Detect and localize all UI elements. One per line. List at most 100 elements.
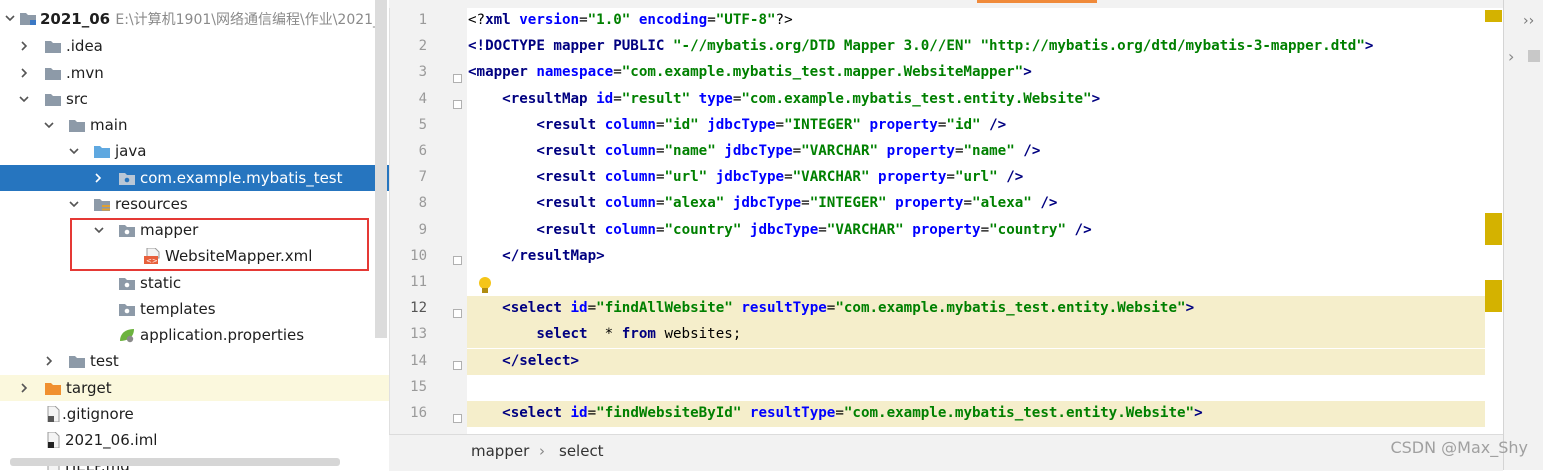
fold-icon[interactable] bbox=[453, 409, 463, 423]
chevron-right-icon[interactable] bbox=[18, 40, 30, 52]
line-number[interactable]: 15 bbox=[389, 379, 427, 395]
warning-marker[interactable] bbox=[1485, 10, 1502, 22]
tree-item-test[interactable]: test bbox=[0, 348, 389, 374]
line-number[interactable]: 2 bbox=[389, 38, 427, 54]
resources-folder-icon bbox=[93, 196, 111, 212]
line-number[interactable]: 11 bbox=[389, 274, 427, 290]
chevron-down-icon[interactable] bbox=[4, 12, 16, 24]
code-token: <result bbox=[536, 116, 605, 133]
fold-icon[interactable] bbox=[453, 356, 463, 370]
code-line[interactable]: <select id="findAllWebsite" resultType="… bbox=[467, 296, 1502, 323]
tree-item-package[interactable]: com.example.mybatis_test bbox=[0, 165, 389, 191]
line-number[interactable]: 7 bbox=[389, 169, 427, 185]
fold-icon[interactable] bbox=[453, 95, 463, 109]
tree-item-gitignore[interactable]: .gitignore bbox=[0, 401, 389, 427]
excluded-folder-icon bbox=[44, 380, 62, 396]
code-line[interactable]: <result column="id" jdbcType="INTEGER" p… bbox=[467, 113, 1502, 139]
code-line[interactable]: select * from websites; bbox=[467, 322, 1502, 349]
fold-icon[interactable] bbox=[453, 69, 463, 83]
code-line[interactable]: <result column="country" jdbcType="VARCH… bbox=[467, 218, 1502, 244]
line-number[interactable]: 1 bbox=[389, 12, 427, 28]
tree-root-label: 2021_06 E:\计算机1901\网络通信编程\作业\2021_ bbox=[40, 10, 381, 28]
code-line[interactable]: </select> bbox=[467, 348, 1502, 375]
tree-item-java[interactable]: java bbox=[0, 138, 389, 164]
tree-item-mvn[interactable]: .mvn bbox=[0, 60, 389, 86]
code-line[interactable] bbox=[467, 375, 1502, 401]
line-number[interactable]: 5 bbox=[389, 117, 427, 133]
chevron-right-icon[interactable] bbox=[92, 172, 104, 184]
chevron-down-icon[interactable] bbox=[68, 198, 80, 210]
tree-item-resources[interactable]: resources bbox=[0, 191, 389, 217]
tree-item-main[interactable]: main bbox=[0, 112, 389, 138]
breadcrumb-item-mapper[interactable]: mapper bbox=[471, 442, 529, 460]
code-token: id bbox=[570, 300, 588, 317]
code-line[interactable]: <?xml version="1.0" encoding="UTF-8"?> bbox=[467, 8, 1502, 34]
tree-item-iml[interactable]: 2021_06.iml bbox=[0, 427, 389, 453]
tree-item-src[interactable]: src bbox=[0, 86, 389, 112]
line-number[interactable]: 6 bbox=[389, 143, 427, 159]
line-number[interactable]: 16 bbox=[389, 405, 427, 421]
code-line[interactable]: <result column="name" jdbcType="VARCHAR"… bbox=[467, 139, 1502, 165]
line-number[interactable]: 14 bbox=[389, 353, 427, 369]
right-tool-strip: ›› › bbox=[1503, 0, 1543, 470]
code-line[interactable]: <mapper namespace="com.example.mybatis_t… bbox=[467, 60, 1502, 86]
source-folder-icon bbox=[93, 143, 111, 159]
chevron-right-icon[interactable] bbox=[43, 355, 55, 367]
chevron-down-icon[interactable] bbox=[68, 145, 80, 157]
code-token: property bbox=[886, 143, 955, 159]
folder-icon bbox=[118, 275, 136, 291]
code-line[interactable]: </resultMap> bbox=[467, 244, 1502, 270]
panel-icon[interactable] bbox=[1528, 50, 1540, 62]
highlight-marker[interactable] bbox=[1485, 280, 1502, 312]
code-token: "name" bbox=[664, 143, 725, 159]
tree-item-label: templates bbox=[140, 300, 216, 318]
chevron-down-icon[interactable] bbox=[18, 93, 30, 105]
line-number[interactable]: 10 bbox=[389, 248, 427, 264]
tree-item-application-properties[interactable]: application.properties bbox=[0, 322, 389, 348]
tree-item-label: 2021_06.iml bbox=[65, 431, 158, 449]
tree-item-target[interactable]: target bbox=[0, 375, 389, 401]
fold-icon[interactable] bbox=[453, 304, 463, 318]
tree-item-label: resources bbox=[115, 195, 188, 213]
tree-item-idea[interactable]: .idea bbox=[0, 33, 389, 59]
code-line[interactable]: <result column="alexa" jdbcType="INTEGER… bbox=[467, 191, 1502, 217]
code-token: "country" bbox=[989, 221, 1075, 238]
breadcrumb: mapper › select bbox=[389, 434, 1503, 471]
lightbulb-icon[interactable] bbox=[477, 276, 493, 300]
code-token: <result bbox=[536, 143, 605, 159]
chevron-right-icon[interactable] bbox=[18, 382, 30, 394]
tree-item-static[interactable]: static bbox=[0, 270, 389, 296]
code-token: "VARCHAR" bbox=[826, 221, 913, 238]
chevron-right-icon[interactable] bbox=[18, 67, 30, 79]
code-line[interactable]: <result column="url" jdbcType="VARCHAR" … bbox=[467, 165, 1502, 191]
line-number[interactable]: 4 bbox=[389, 91, 427, 107]
tree-item-label: src bbox=[66, 90, 88, 108]
fold-icon[interactable] bbox=[453, 251, 463, 265]
code-token: <resultMap bbox=[502, 90, 597, 107]
line-number[interactable]: 8 bbox=[389, 195, 427, 211]
chevron-double-right-icon[interactable]: ›› bbox=[1523, 13, 1534, 29]
code-line[interactable]: <!DOCTYPE mapper PUBLIC "-//mybatis.org/… bbox=[467, 34, 1502, 60]
package-icon bbox=[118, 170, 136, 186]
tree-item-templates[interactable]: templates bbox=[0, 296, 389, 322]
code-token: "com.example.mybatis_test.entity.Website… bbox=[843, 405, 1195, 421]
code-line[interactable]: <resultMap id="result" type="com.example… bbox=[467, 87, 1502, 113]
tree-scrollbar[interactable] bbox=[375, 0, 387, 338]
chevron-right-icon[interactable]: › bbox=[1508, 47, 1514, 66]
tree-root[interactable]: 2021_06 E:\计算机1901\网络通信编程\作业\2021_ bbox=[0, 5, 389, 31]
code-line[interactable]: <select id="findWebsiteById" resultType=… bbox=[467, 401, 1502, 427]
line-number[interactable]: 13 bbox=[389, 326, 427, 342]
line-number[interactable]: 12 bbox=[389, 300, 427, 316]
code-token: "com.example.mybatis_test.mapper.Website… bbox=[621, 64, 1024, 81]
tree-horizontal-scrollbar[interactable] bbox=[10, 458, 340, 466]
tree-item-label: static bbox=[140, 274, 182, 292]
highlight-marker[interactable] bbox=[1485, 213, 1502, 245]
chevron-down-icon[interactable] bbox=[43, 119, 55, 131]
line-number[interactable]: 3 bbox=[389, 64, 427, 80]
line-number[interactable]: 9 bbox=[389, 222, 427, 238]
code-line[interactable] bbox=[467, 270, 1502, 296]
breadcrumb-item-select[interactable]: select bbox=[559, 442, 604, 460]
folder-icon bbox=[44, 38, 62, 54]
